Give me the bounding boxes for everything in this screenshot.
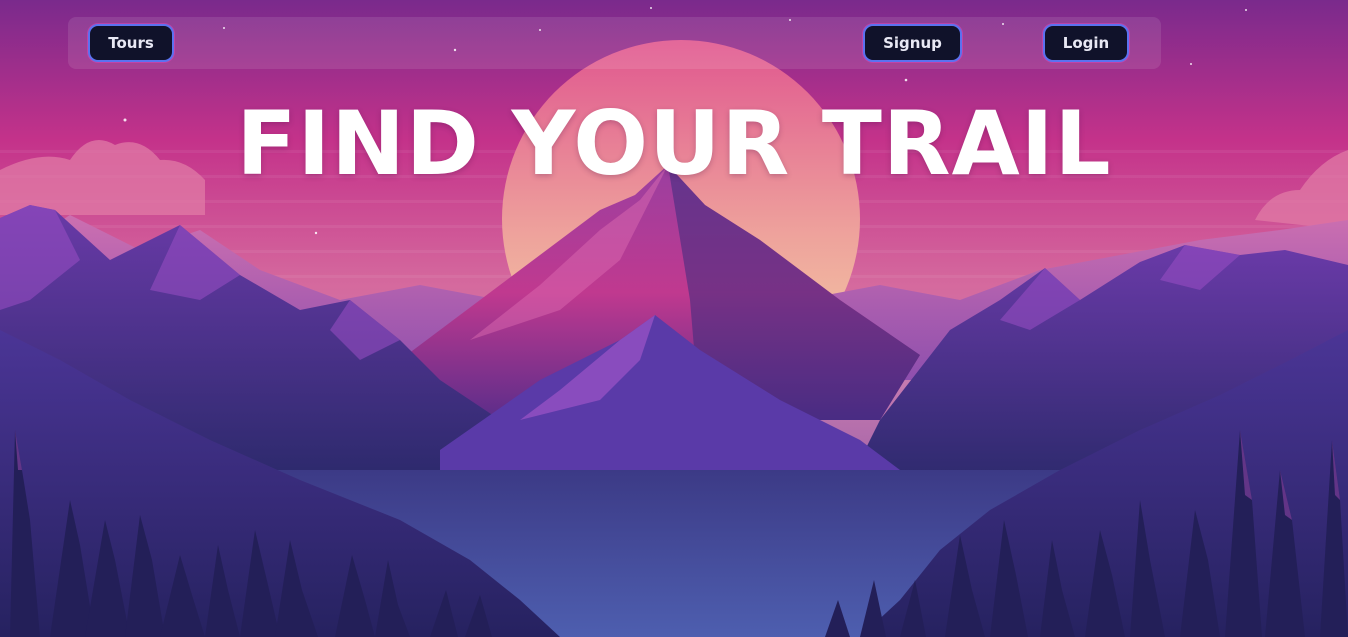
signup-button[interactable]: Signup [863, 24, 962, 62]
hero-title: FIND YOUR TRAIL [236, 92, 1112, 195]
login-button[interactable]: Login [1043, 24, 1129, 62]
landing-page: Tours Signup Login FIND YOUR TRAIL [0, 0, 1348, 637]
tours-button[interactable]: Tours [88, 24, 174, 62]
navbar: Tours Signup Login [68, 17, 1161, 69]
